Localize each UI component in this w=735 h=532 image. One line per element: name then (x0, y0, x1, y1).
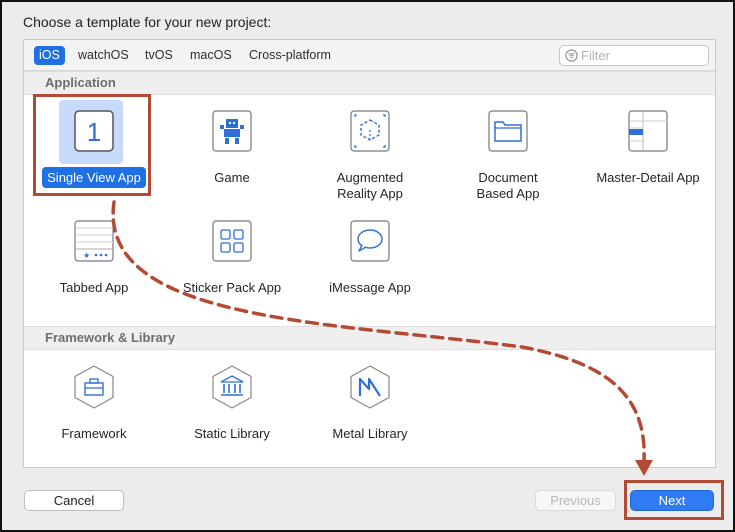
single-view-app-icon: 1 (72, 108, 116, 154)
sticker-grid-icon (210, 218, 254, 264)
section-framework-library: Framework & Library (24, 326, 715, 350)
filter-input[interactable] (581, 47, 703, 64)
library-building-hexagon-icon (210, 364, 254, 410)
tab-macos[interactable]: macOS (185, 46, 237, 65)
dialog-heading: Choose a template for your new project: (23, 14, 272, 30)
filter-icon (565, 49, 578, 62)
template-sticker-pack-app[interactable]: Sticker Pack App (162, 216, 302, 321)
template-static-library[interactable]: Static Library (162, 362, 302, 467)
cancel-button[interactable]: Cancel (24, 490, 124, 511)
template-master-detail-app[interactable]: Master-Detail App (578, 106, 718, 211)
toolbox-hexagon-icon (72, 364, 116, 410)
message-bubble-icon (348, 218, 392, 264)
metal-library-label: Metal Library (332, 426, 408, 441)
tab-cross-platform[interactable]: Cross-platform (244, 46, 336, 65)
template-tabbed-app[interactable]: ★ Tabbed App (24, 216, 164, 321)
template-imessage-app[interactable]: iMessage App (300, 216, 440, 321)
previous-button[interactable]: Previous (535, 490, 616, 511)
game-label: Game (214, 170, 250, 185)
tab-tvos[interactable]: tvOS (140, 46, 178, 65)
filter-field[interactable] (559, 45, 709, 66)
document-based-label: Document Based App (438, 170, 578, 202)
augmented-reality-icon (348, 108, 392, 154)
platform-tab-bar: iOS watchOS tvOS macOS Cross-platform (24, 40, 715, 71)
new-project-dialog: Choose a template for your new project: … (0, 0, 735, 532)
tab-ios[interactable]: iOS (34, 46, 65, 65)
next-button[interactable]: Next (630, 490, 714, 511)
game-icon (210, 108, 254, 154)
document-based-line2: Based App (476, 186, 540, 201)
template-document-based-app[interactable]: Document Based App (438, 106, 578, 211)
template-metal-library[interactable]: Metal Library (300, 362, 440, 467)
template-framework[interactable]: Framework (24, 362, 164, 467)
template-single-view-app[interactable]: 1 Single View App (24, 100, 164, 211)
single-view-badge: 1 (87, 117, 101, 147)
sticker-pack-label: Sticker Pack App (182, 280, 282, 295)
document-based-line1: Document (478, 170, 538, 185)
template-game[interactable]: Game (162, 106, 302, 211)
template-panel: iOS watchOS tvOS macOS Cross-platform Ap… (23, 39, 716, 468)
imessage-app-label: iMessage App (329, 280, 411, 295)
single-view-app-label: Single View App (42, 167, 146, 188)
master-detail-icon (626, 108, 670, 154)
template-augmented-reality-app[interactable]: Augmented Reality App (300, 106, 440, 211)
tabbed-app-label: Tabbed App (59, 280, 129, 295)
static-library-label: Static Library (194, 426, 270, 441)
tab-watchos[interactable]: watchOS (73, 46, 134, 65)
master-detail-label: Master-Detail App (596, 170, 700, 185)
augmented-reality-line2: Reality App (337, 186, 403, 201)
metal-hexagon-icon (348, 364, 392, 410)
svg-text:★: ★ (83, 251, 90, 260)
template-label: Single View App (24, 167, 164, 188)
document-folder-icon (486, 108, 530, 154)
augmented-reality-line1: Augmented (336, 170, 404, 185)
framework-label: Framework (61, 426, 127, 441)
tabbed-app-icon: ★ (72, 218, 116, 264)
augmented-reality-label: Augmented Reality App (300, 170, 440, 202)
section-application: Application (24, 71, 715, 95)
